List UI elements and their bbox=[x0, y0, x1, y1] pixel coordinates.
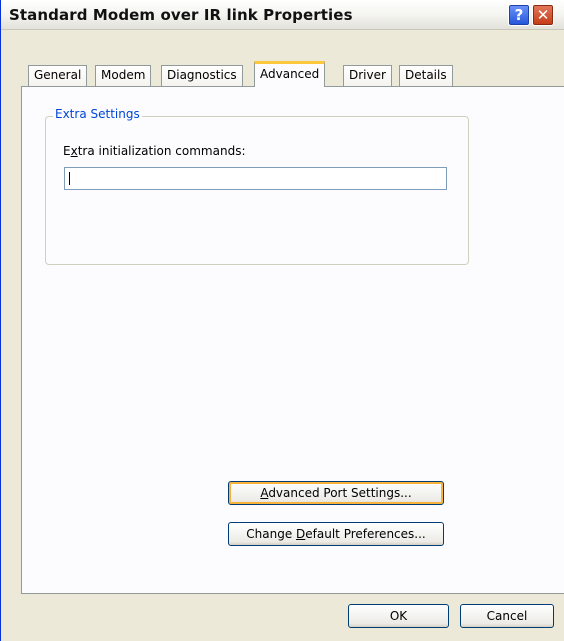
tab-general[interactable]: General bbox=[28, 65, 88, 86]
text-caret bbox=[69, 172, 70, 185]
extra-init-commands-input[interactable] bbox=[64, 167, 447, 190]
extra-settings-group bbox=[45, 116, 469, 265]
help-button[interactable]: ? bbox=[508, 4, 530, 26]
close-icon: ✕ bbox=[536, 5, 550, 24]
title-bar[interactable]: Standard Modem over IR link Properties ?… bbox=[1, 0, 564, 30]
change-default-preferences-button[interactable]: Change Default Preferences... bbox=[228, 522, 444, 546]
window-title: Standard Modem over IR link Properties bbox=[9, 6, 353, 24]
cancel-button[interactable]: Cancel bbox=[460, 604, 554, 628]
tab-diagnostics[interactable]: Diagnostics bbox=[161, 65, 243, 86]
tab-driver[interactable]: Driver bbox=[343, 65, 392, 86]
close-button[interactable]: ✕ bbox=[532, 4, 554, 26]
tab-advanced[interactable]: Advanced bbox=[254, 61, 326, 87]
question-mark-icon: ? bbox=[514, 5, 524, 24]
tab-details[interactable]: Details bbox=[399, 65, 453, 86]
ok-button[interactable]: OK bbox=[348, 604, 449, 628]
tab-modem[interactable]: Modem bbox=[95, 65, 152, 86]
properties-dialog: Standard Modem over IR link Properties ?… bbox=[0, 0, 564, 641]
group-title: Extra Settings bbox=[53, 107, 142, 121]
advanced-port-settings-button[interactable]: Advanced Port Settings... bbox=[228, 481, 444, 505]
extra-init-commands-label: Extra initialization commands: bbox=[63, 144, 246, 158]
